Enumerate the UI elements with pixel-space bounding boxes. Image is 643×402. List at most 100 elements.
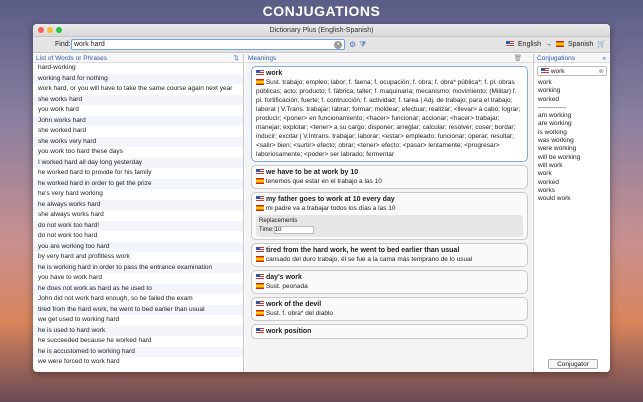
- meaning-heading: my father goes to work at 10 every day: [256, 195, 523, 204]
- translation-body: mi padre va a trabajar todos los días a …: [265, 205, 396, 212]
- settings-gear-icon[interactable]: ⚙: [349, 40, 356, 50]
- minimize-window-button[interactable]: [47, 27, 53, 33]
- window-title: Dictionary Plus (English-Spanish): [269, 27, 374, 34]
- us-flag-icon: [256, 169, 264, 176]
- sort-icon[interactable]: ⇅: [234, 54, 239, 63]
- conjugation-item[interactable]: works: [538, 187, 610, 195]
- meaning-heading: work: [256, 69, 523, 78]
- spain-flag-icon: [256, 205, 264, 212]
- conjugation-item[interactable]: will be working: [538, 154, 610, 162]
- cart-icon[interactable]: 🛒: [597, 40, 606, 48]
- translation-body: Sust. f. obra* del diablo: [265, 310, 334, 317]
- us-flag-icon: [256, 328, 264, 335]
- list-item[interactable]: she works very hard: [33, 136, 243, 147]
- conjugation-item[interactable]: -------------: [538, 104, 610, 112]
- zoom-window-button[interactable]: [56, 27, 62, 33]
- conjugation-item[interactable]: am working: [538, 112, 610, 120]
- meaning-head-text: work: [265, 70, 283, 77]
- clear-search-icon[interactable]: ×: [334, 41, 342, 49]
- list-item[interactable]: working hard for nothing: [33, 73, 243, 84]
- meaning-card[interactable]: my father goes to work at 10 every day m…: [251, 192, 528, 240]
- translation-body: tenemos que estar en el trabajo a las 10: [265, 178, 382, 185]
- words-list-panel: List of Words or Phrases ⇅ hard-working wo…: [33, 54, 244, 372]
- meaning-head-text: we have to be at work by 10: [265, 169, 359, 176]
- list-item[interactable]: you are working too hard: [33, 241, 243, 252]
- spain-flag-icon: [256, 283, 264, 290]
- translation-text: Sust. f. obra* del diablo: [256, 309, 523, 318]
- list-item[interactable]: he succeeded because he worked hard: [33, 336, 243, 347]
- replacements-label: Replacements: [259, 218, 298, 224]
- conjugation-search-input[interactable]: work ⊗: [537, 66, 607, 76]
- title-bar: Dictionary Plus (English-Spanish): [33, 24, 610, 37]
- swap-arrows-icon[interactable]: →: [545, 41, 552, 48]
- list-item[interactable]: he worked hard in order to get the prize: [33, 178, 243, 189]
- close-window-button[interactable]: [38, 27, 44, 33]
- meaning-card[interactable]: work position: [251, 324, 528, 339]
- list-item[interactable]: you work hard: [33, 105, 243, 116]
- meanings-title: Meanings 🗑: [245, 54, 532, 63]
- conjugation-item[interactable]: was working: [538, 137, 610, 145]
- list-item[interactable]: John did not work hard enough, so he fai…: [33, 294, 243, 305]
- filter-icon[interactable]: ⧩: [359, 40, 366, 50]
- conjugation-item[interactable]: were working: [538, 145, 610, 153]
- spain-flag-icon: [555, 41, 564, 47]
- list-item[interactable]: you work too hard these days: [33, 147, 243, 158]
- list-item[interactable]: he is working hard in order to pass the …: [33, 262, 243, 273]
- list-item[interactable]: do not work too hard!: [33, 220, 243, 231]
- list-item[interactable]: he does not work as hard as he used to: [33, 283, 243, 294]
- list-item[interactable]: she always works hard: [33, 210, 243, 221]
- translation-text: mi padre va a trabajar todos los días a …: [256, 204, 523, 213]
- list-item[interactable]: John works hard: [33, 115, 243, 126]
- meaning-card[interactable]: we have to be at work by 10 tenemos que …: [251, 165, 528, 189]
- meaning-card[interactable]: work Sust. trabajo; empleo; labor; f. fa…: [251, 66, 528, 162]
- conjugation-item[interactable]: work: [538, 170, 610, 178]
- conjugation-item[interactable]: will work: [538, 162, 610, 170]
- list-item[interactable]: he is accustomed to working hard: [33, 346, 243, 357]
- conjugator-button[interactable]: Conjugator: [548, 359, 598, 369]
- list-item[interactable]: we were forced to work hard: [33, 357, 243, 368]
- list-item[interactable]: work hard, or you will have to take the …: [33, 84, 243, 95]
- list-item[interactable]: we get used to working hard: [33, 315, 243, 326]
- meanings-panel: Meanings 🗑 work Sust. trabajo; empleo; la…: [245, 54, 532, 372]
- list-item[interactable]: tired from the hard work, he went to bed…: [33, 304, 243, 315]
- language-selector[interactable]: English → Spanish 🛒: [506, 40, 606, 48]
- translation-text: Sust. peonada: [256, 282, 523, 291]
- meaning-card[interactable]: work of the devil Sust. f. obra* del dia…: [251, 297, 528, 321]
- trash-icon[interactable]: 🗑: [514, 54, 522, 63]
- time-field[interactable]: [273, 226, 314, 234]
- clear-icon[interactable]: ⊗: [599, 67, 604, 76]
- list-item[interactable]: I worked hard all day long yesterday: [33, 157, 243, 168]
- conjugation-item[interactable]: worked: [538, 179, 610, 187]
- spain-flag-icon: [256, 310, 264, 317]
- expand-icon[interactable]: »: [602, 54, 606, 63]
- us-flag-icon: [256, 196, 264, 203]
- meaning-head-text: day's work: [265, 274, 302, 281]
- words-list: hard-working working hard for nothing work…: [33, 63, 243, 368]
- list-item[interactable]: he worked hard to provide for his family: [33, 168, 243, 179]
- list-item[interactable]: do not work too hard: [33, 231, 243, 242]
- list-item[interactable]: hard-working: [33, 63, 243, 74]
- list-item[interactable]: you have to work hard: [33, 273, 243, 284]
- translation-body: Sust. trabajo; empleo; labor; f. faena; …: [256, 79, 521, 158]
- conjugation-item[interactable]: worked: [538, 96, 610, 104]
- translation-text: Sust. trabajo; empleo; labor; f. faena; …: [256, 78, 523, 159]
- us-flag-icon: [256, 301, 264, 308]
- list-item[interactable]: she worked hard: [33, 126, 243, 137]
- conjugation-item[interactable]: is working: [538, 129, 610, 137]
- meaning-head-text: tired from the hard work, he went to bed…: [265, 247, 460, 254]
- list-item[interactable]: by very hard and profitless work: [33, 252, 243, 263]
- conjugations-panel: Conjugations» work ⊗ work working worked --…: [533, 54, 610, 372]
- list-item[interactable]: she works hard: [33, 94, 243, 105]
- conjugation-item[interactable]: working: [538, 87, 610, 95]
- list-item[interactable]: he's very hard working: [33, 189, 243, 200]
- meaning-head-text: work of the devil: [265, 301, 322, 308]
- list-item[interactable]: he always works hard: [33, 199, 243, 210]
- conjugation-item[interactable]: are working: [538, 120, 610, 128]
- meaning-card[interactable]: day's work Sust. peonada: [251, 270, 528, 294]
- conjugation-item[interactable]: work: [538, 79, 610, 87]
- meaning-card[interactable]: tired from the hard work, he went to bed…: [251, 243, 528, 267]
- search-input[interactable]: work hard ×: [71, 39, 345, 50]
- list-item[interactable]: he is used to hard work: [33, 325, 243, 336]
- conjugation-item[interactable]: would work: [538, 195, 610, 203]
- conjugations-title: Conjugations»: [534, 54, 610, 63]
